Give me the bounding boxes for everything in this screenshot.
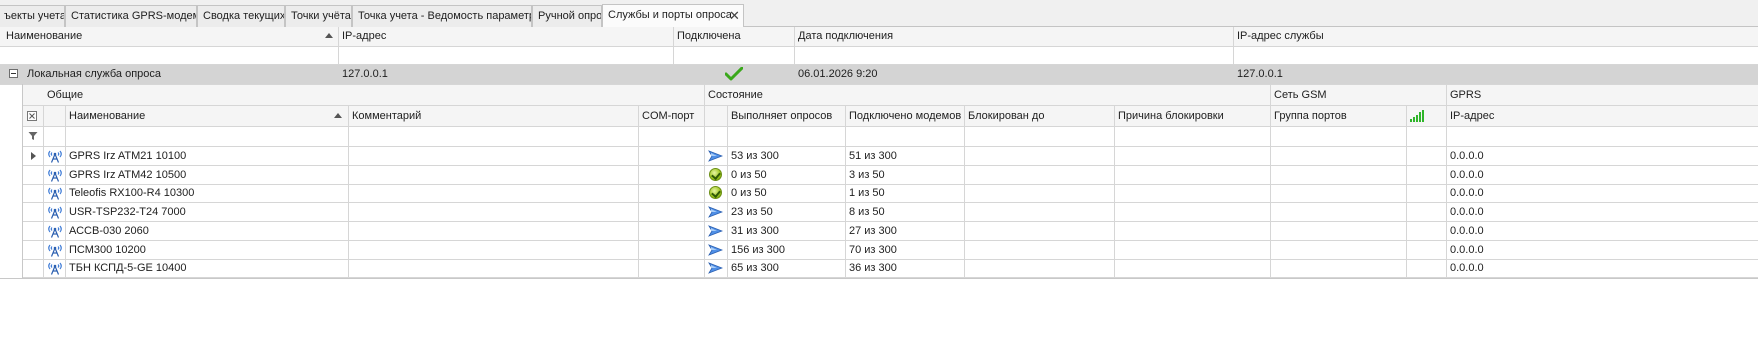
- modems-count: 70 из 300: [849, 244, 897, 256]
- column-header-blocked-until[interactable]: Блокирован до: [968, 106, 1044, 126]
- tab-current-summary[interactable]: Сводка текущих: [197, 5, 285, 27]
- gprs-ip: 0.0.0.0: [1450, 225, 1484, 237]
- tab-label: Статистика GPRS-модемов: [71, 10, 196, 22]
- gprs-ip: 0.0.0.0: [1450, 262, 1484, 274]
- antenna-icon: [48, 187, 62, 200]
- row-indicator-icon: [31, 152, 36, 160]
- port-name: ТБН КСПД-5-GE 10400: [69, 262, 187, 274]
- column-chooser-icon[interactable]: [27, 111, 37, 121]
- polling-count: 23 из 50: [731, 206, 773, 218]
- tab-label: Сводка текущих: [203, 10, 285, 22]
- band-state: Состояние: [708, 89, 763, 101]
- port-row[interactable]: USR-TSP232-T24 7000 23 из 50 8 из 50 0.0.0.…: [23, 203, 1758, 222]
- tab-manual-poll[interactable]: Ручной опрос: [532, 5, 602, 27]
- gprs-ip: 0.0.0.0: [1450, 244, 1484, 256]
- gprs-ip: 0.0.0.0: [1450, 206, 1484, 218]
- detail-band-header: [23, 85, 1758, 105]
- tab-label: Службы и порты опроса: [608, 9, 732, 21]
- master-row[interactable]: [0, 65, 1758, 84]
- gprs-ip: 0.0.0.0: [1450, 150, 1484, 162]
- polling-count: 156 из 300: [731, 244, 786, 256]
- tab-label: Точка учета - Ведомость параметров: [358, 10, 532, 22]
- status-running-icon: [708, 262, 723, 274]
- polling-count: 65 из 300: [731, 262, 779, 274]
- port-row[interactable]: GPRS Irz ATM21 10100 53 из 300 51 из 300 0.…: [23, 147, 1758, 166]
- column-header-port-group[interactable]: Группа портов: [1274, 106, 1347, 126]
- collapse-icon[interactable]: [9, 69, 18, 78]
- band-gsm: Сеть GSM: [1274, 89, 1327, 101]
- antenna-icon: [48, 262, 62, 275]
- modems-count: 27 из 300: [849, 225, 897, 237]
- antenna-icon: [48, 206, 62, 219]
- close-icon[interactable]: ✕: [729, 5, 740, 26]
- port-row[interactable]: Teleofis RX100-R4 10300 0 из 50 1 из 50 0.0…: [23, 184, 1758, 203]
- sort-ascending-icon[interactable]: [334, 113, 342, 118]
- column-header-date[interactable]: Дата подключения: [798, 26, 893, 46]
- polling-count: 0 из 50: [731, 187, 767, 199]
- port-name: АССВ-030 2060: [69, 225, 149, 237]
- column-header-modems[interactable]: Подключено модемов: [849, 106, 961, 126]
- modems-count: 1 из 50: [849, 187, 885, 199]
- antenna-icon: [48, 225, 62, 238]
- master-row-service-ip: 127.0.0.1: [1237, 68, 1283, 80]
- master-row-name: Локальная служба опроса: [27, 68, 162, 80]
- column-header-gprs-ip[interactable]: IP-адрес: [1450, 106, 1494, 126]
- modems-count: 8 из 50: [849, 206, 885, 218]
- status-running-icon: [708, 244, 723, 256]
- column-header-name[interactable]: Наименование: [6, 26, 82, 46]
- polling-count: 31 из 300: [731, 225, 779, 237]
- column-header-comment[interactable]: Комментарий: [352, 106, 421, 126]
- port-row[interactable]: ТБН КСПД-5-GE 10400 65 из 300 36 из 300 0.0…: [23, 259, 1758, 278]
- modems-count: 51 из 300: [849, 150, 897, 162]
- gprs-ip: 0.0.0.0: [1450, 187, 1484, 199]
- status-running-icon: [708, 206, 723, 218]
- tab-accounting-objects[interactable]: ъекты учета: [0, 5, 65, 27]
- port-row[interactable]: GPRS Irz ATM42 10500 0 из 50 3 из 50 0.0.0.…: [23, 166, 1758, 185]
- antenna-icon: [48, 150, 62, 163]
- column-header-service-ip[interactable]: IP-адрес службы: [1237, 26, 1324, 46]
- column-header-ip[interactable]: IP-адрес: [342, 26, 386, 46]
- column-header-polling[interactable]: Выполняет опросов: [731, 106, 832, 126]
- port-row[interactable]: АССВ-030 2060 31 из 300 27 из 300 0.0.0.0: [23, 222, 1758, 241]
- gprs-ip: 0.0.0.0: [1450, 169, 1484, 181]
- band-general: Общие: [47, 89, 84, 101]
- antenna-icon: [48, 244, 62, 257]
- sort-ascending-icon[interactable]: [325, 33, 333, 38]
- column-header-connected[interactable]: Подключена: [677, 26, 741, 46]
- master-row-date: 06.01.2026 9:20: [798, 68, 878, 80]
- detail-filter-row[interactable]: [23, 127, 1758, 146]
- tab-bar: ъекты учета Статистика GPRS-модемов Свод…: [0, 0, 1758, 28]
- filter-icon[interactable]: [28, 131, 38, 141]
- status-ok-icon: [709, 186, 722, 199]
- master-row-ip: 127.0.0.1: [342, 68, 388, 80]
- antenna-icon: [48, 169, 62, 182]
- status-ok-icon: [709, 168, 722, 181]
- tab-metering-points[interactable]: Точки учёта: [285, 5, 352, 27]
- tab-label: Точки учёта: [291, 10, 351, 22]
- polling-count: 53 из 300: [731, 150, 779, 162]
- band-gprs: GPRS: [1450, 89, 1482, 101]
- port-name: GPRS Irz ATM21 10100: [69, 150, 187, 162]
- column-header-port-name[interactable]: Наименование: [69, 106, 145, 126]
- tab-gprs-modem-stats[interactable]: Статистика GPRS-модемов: [65, 5, 197, 27]
- checkmark-icon: [725, 67, 743, 81]
- status-running-icon: [708, 225, 723, 237]
- tab-label: ъекты учета: [4, 10, 65, 22]
- signal-strength-icon: [1410, 110, 1424, 122]
- port-name: USR-TSP232-T24 7000: [69, 206, 186, 218]
- master-filter-row[interactable]: [0, 46, 1758, 65]
- tab-parameters-sheet[interactable]: Точка учета - Ведомость параметров: [352, 5, 532, 27]
- column-header-block-reason[interactable]: Причина блокировки: [1118, 106, 1224, 126]
- status-running-icon: [708, 150, 723, 162]
- port-name: GPRS Irz ATM42 10500: [69, 169, 187, 181]
- port-name: Teleofis RX100-R4 10300: [69, 187, 195, 199]
- port-name: ПСМ300 10200: [69, 244, 146, 256]
- polling-count: 0 из 50: [731, 169, 767, 181]
- tab-label: Ручной опрос: [538, 10, 602, 22]
- tab-polling-services[interactable]: Службы и порты опроса ✕: [602, 4, 744, 28]
- modems-count: 36 из 300: [849, 262, 897, 274]
- modems-count: 3 из 50: [849, 169, 885, 181]
- column-header-com-port[interactable]: COM-порт: [642, 106, 694, 126]
